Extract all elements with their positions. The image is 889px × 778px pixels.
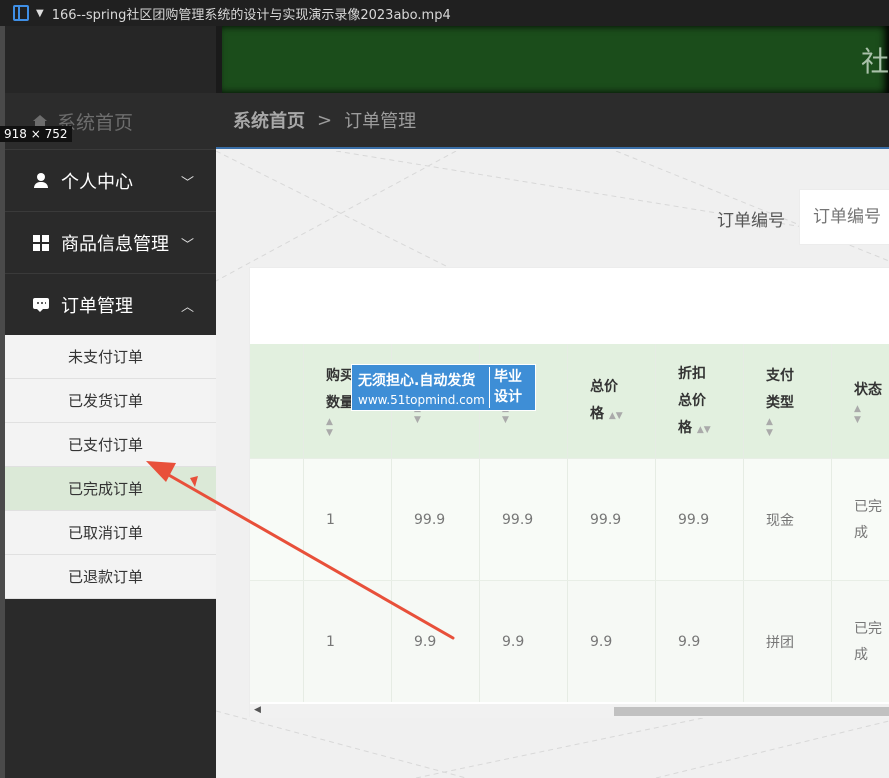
grid-icon [33,234,49,251]
sort-icon[interactable]: ▲▼ [697,425,711,435]
submenu-item-refunded[interactable]: 已退款订单 [5,555,216,599]
sidebar-item-label: 个人中心 [61,171,133,193]
order-number-search-input[interactable] [799,189,889,245]
cell-pay-type: 拼团 [744,581,832,702]
scroll-left-icon[interactable]: ◀ [254,705,261,715]
sort-icon[interactable]: ▲▼ [766,417,794,439]
table-header: 购买 数量 ▲▼ 价格 ▲▼ 折扣 ▲▼ [250,344,889,458]
order-submenu: 未支付订单 已发货订单 已支付订单 已完成订单 已取消订单 已退款订单 [5,335,216,599]
header-text: 购买 [326,368,354,384]
header-text: 折扣 [678,365,706,382]
table-row[interactable]: 1 99.9 99.9 99.9 99.9 现金 已完成 [250,458,889,580]
submenu-item-completed[interactable]: 已完成订单 [5,467,216,511]
sort-icon[interactable]: ▲▼ [326,417,354,439]
person-icon [33,172,49,189]
submenu-item-cancelled[interactable]: 已取消订单 [5,511,216,555]
window-titlebar: ▼ 166--spring社区团购管理系统的设计与实现演示录像2023abo.m… [0,0,889,26]
table-header-discount-total[interactable]: 折扣 总价 格 ▲▼ [656,344,744,458]
cell-discount-total: 99.9 [656,459,744,580]
banner-green [222,26,889,93]
table-header-status[interactable]: 状态 ▲ ▼ [832,344,889,458]
sidebar: 918 × 752 系统首页 个人中心 ﹀ 商品信息管理 ﹀ 订单管理 ︿ 未支… [0,26,216,778]
size-badge: 918 × 752 [0,126,72,142]
banner-title-fragment: 社 [860,45,889,78]
header-text: 数量 [326,395,354,411]
app-icon[interactable] [13,5,29,21]
header-text: 支付 [766,368,794,384]
cell-discount: 99.9 [480,459,568,580]
sidebar-item-label: 订单管理 [61,295,133,317]
cell-pay-type: 现金 [744,459,832,580]
header-text: 格 ▲▼ [590,406,623,422]
cell-status: 已完成 [854,498,882,541]
search-label: 订单编号 [717,211,785,231]
cell-discount: 9.9 [480,581,568,702]
cell-total: 9.9 [568,581,656,702]
horizontal-scrollbar[interactable]: ◀ [250,704,889,718]
header-text: 总价 [678,392,706,409]
watermark-url: www.51topmind.com [358,393,485,407]
cell-discount-total: 9.9 [656,581,744,702]
scrollbar-thumb[interactable] [614,707,889,716]
cell-qty: 1 [304,581,392,702]
cell-qty: 1 [304,459,392,580]
breadcrumb-current: 订单管理 [344,111,417,132]
watermark-text: 无须担心.自动发货 [358,373,476,389]
chevron-up-icon: ︿ [180,300,194,315]
chat-icon [33,297,49,313]
order-table-card: 购买 数量 ▲▼ 价格 ▲▼ 折扣 ▲▼ [249,267,889,718]
table-header-total[interactable]: 总价 格 ▲▼ [568,344,656,458]
header-banner: 社 [216,26,889,93]
sidebar-logo-area [5,26,216,93]
watermark-tag: 毕业 [494,369,522,385]
window-title: 166--spring社区团购管理系统的设计与实现演示录像2023abo.mp4 [51,7,451,23]
main-content: 社 系统首页 > 订单管理 订单编号 购买 数量 ▲ [216,26,889,778]
cell-total: 99.9 [568,459,656,580]
chevron-down-icon[interactable]: ▼ [36,8,44,19]
sidebar-item-home[interactable]: 918 × 752 系统首页 [0,93,216,149]
table-header-select [250,344,304,458]
submenu-item-shipped[interactable]: 已发货订单 [5,379,216,423]
table-row[interactable]: 1 9.9 9.9 9.9 9.9 拼团 已完成 [250,580,889,702]
sidebar-item-product-management[interactable]: 商品信息管理 ﹀ [5,211,216,273]
cell-price: 99.9 [392,459,480,580]
header-text: 总价 [590,379,618,395]
breadcrumb: 系统首页 > 订单管理 [216,93,889,149]
sort-icon[interactable]: ▲▼ [854,404,882,426]
watermark-badge: 无须担心.自动发货 www.51topmind.com 毕业 设计 [351,364,536,411]
breadcrumb-separator: > [317,109,333,131]
submenu-item-unpaid[interactable]: 未支付订单 [5,335,216,379]
chevron-down-icon: ﹀ [180,238,194,253]
table-header-pay-type[interactable]: 支付 类型 ▲ ▼ [744,344,832,458]
sidebar-item-order-management[interactable]: 订单管理 ︿ [5,273,216,335]
sidebar-item-personal-center[interactable]: 个人中心 ﹀ [5,149,216,211]
header-text: 状态 [854,381,882,398]
breadcrumb-home[interactable]: 系统首页 [233,107,305,133]
row-select [250,581,304,702]
cell-price: 9.9 [392,581,480,702]
header-text: 格 ▲▼ [678,419,711,436]
watermark-tag: 设计 [494,389,522,405]
sort-icon[interactable]: ▲▼ [609,411,623,421]
row-select [250,459,304,580]
header-text: 类型 [766,395,794,411]
submenu-item-paid[interactable]: 已支付订单 [5,423,216,467]
chevron-down-icon: ﹀ [180,176,194,191]
cell-status: 已完成 [854,620,882,663]
sidebar-item-label: 商品信息管理 [61,233,169,255]
order-table: 购买 数量 ▲▼ 价格 ▲▼ 折扣 ▲▼ [250,344,889,702]
